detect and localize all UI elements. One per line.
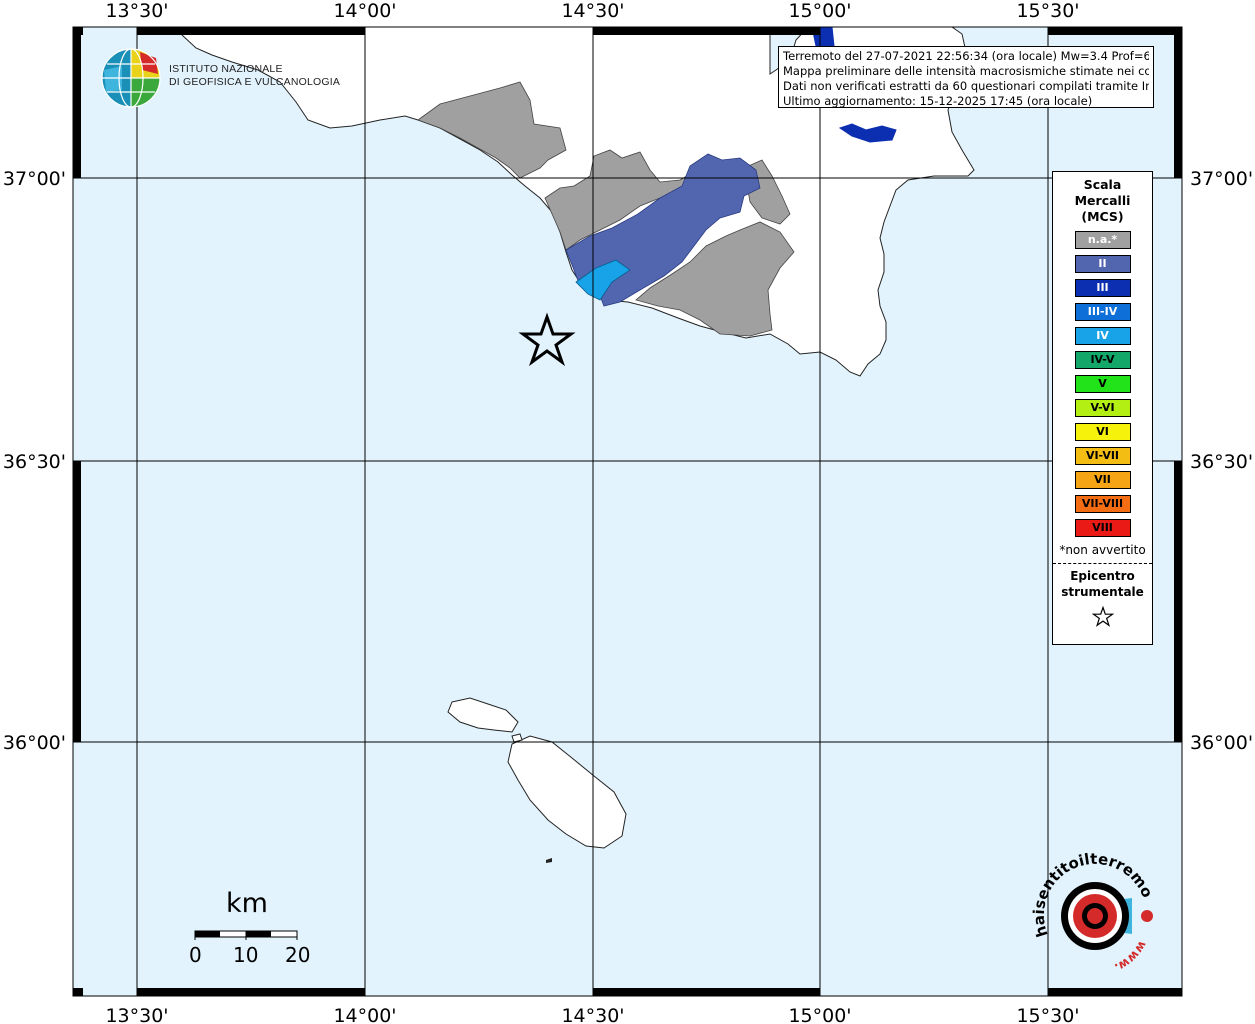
legend-note: *non avvertito xyxy=(1059,543,1146,557)
legend-swatch: VII xyxy=(1074,471,1131,489)
institute-line2: DI GEOFISICA E VULCANOLOGIA xyxy=(169,76,341,88)
lon-label: 13°30' xyxy=(105,0,168,22)
legend-swatch: VII-VIII xyxy=(1074,495,1131,513)
info-line4: Ultimo aggiornamento: 15-12-2025 17:45 (… xyxy=(783,94,1093,108)
legend-star-icon xyxy=(1091,605,1114,627)
legend-swatches: n.a.* II III III-IV IV IV-V V V-VI VI VI-VII VII VI… xyxy=(1053,231,1152,537)
legend-swatch: II xyxy=(1074,255,1131,273)
info-line2: Mappa preliminare delle intensità macros… xyxy=(783,64,1149,78)
institute-line1: ISTITUTO NAZIONALE xyxy=(169,63,283,75)
lon-label: 14°30' xyxy=(561,0,624,22)
earthquake-info-box: Terremoto del 27-07-2021 22:56:34 (ora l… xyxy=(778,46,1154,108)
lon-label: 15°00' xyxy=(788,1005,851,1024)
lon-label: 13°30' xyxy=(105,1005,168,1024)
intensity-legend: Scala Mercalli (MCS) n.a.* II III III-IV IV I… xyxy=(1052,171,1153,645)
info-line1: Terremoto del 27-07-2021 22:56:34 (ora l… xyxy=(783,49,1149,63)
lat-label: 37°00' xyxy=(3,168,66,190)
lat-label: 36°30' xyxy=(1190,451,1253,473)
comino-island xyxy=(511,733,523,743)
lat-label: 37°00' xyxy=(1190,168,1253,190)
institute-name: ISTITUTO NAZIONALE DI GEOFISICA E VULCAN… xyxy=(169,63,340,89)
lon-label: 15°30' xyxy=(1016,1005,1079,1024)
legend-swatch: III-IV xyxy=(1074,303,1131,321)
lat-label: 36°00' xyxy=(3,732,66,754)
lon-label: 14°00' xyxy=(333,0,396,22)
lat-labels-right: 37°00' 36°30' 36°00' xyxy=(1190,168,1253,754)
lon-label: 15°00' xyxy=(788,0,851,22)
scale-tick-label: 10 xyxy=(233,943,259,967)
lon-label: 15°30' xyxy=(1016,0,1079,22)
lon-label: 14°00' xyxy=(333,1005,396,1024)
legend-divider xyxy=(1053,563,1152,564)
legend-swatch: n.a.* xyxy=(1074,231,1131,249)
legend-swatch: V xyxy=(1074,375,1131,393)
lat-label: 36°00' xyxy=(1190,732,1253,754)
scale-unit: km xyxy=(226,888,268,919)
legend-title: Scala Mercalli (MCS) xyxy=(1074,177,1131,224)
legend-swatch: IV-V xyxy=(1074,351,1131,369)
legend-swatch: VI-VII xyxy=(1074,447,1131,465)
lon-label: 14°30' xyxy=(561,1005,624,1024)
legend-swatch: V-VI xyxy=(1074,399,1131,417)
info-line3: Dati non verificati estratti da 60 quest… xyxy=(783,79,1149,93)
lat-label: 36°30' xyxy=(3,451,66,473)
legend-swatch: VIII xyxy=(1074,519,1131,537)
lat-labels-left: 37°00' 36°30' 36°00' xyxy=(3,168,66,754)
scale-tick-label: 20 xyxy=(285,943,311,967)
legend-epicenter-label: Epicentro strumentale xyxy=(1061,569,1144,599)
scale-tick-label: 0 xyxy=(189,943,202,967)
legend-swatch: VI xyxy=(1074,423,1131,441)
lon-labels-bottom: 13°30' 14°00' 14°30' 15°00' 15°30' xyxy=(105,1005,1079,1024)
legend-swatch: III xyxy=(1074,279,1131,297)
lon-labels-top: 13°30' 14°00' 14°30' 15°00' 15°30' xyxy=(105,0,1079,22)
ingv-logo-icon xyxy=(101,48,161,108)
legend-swatch: IV xyxy=(1074,327,1131,345)
